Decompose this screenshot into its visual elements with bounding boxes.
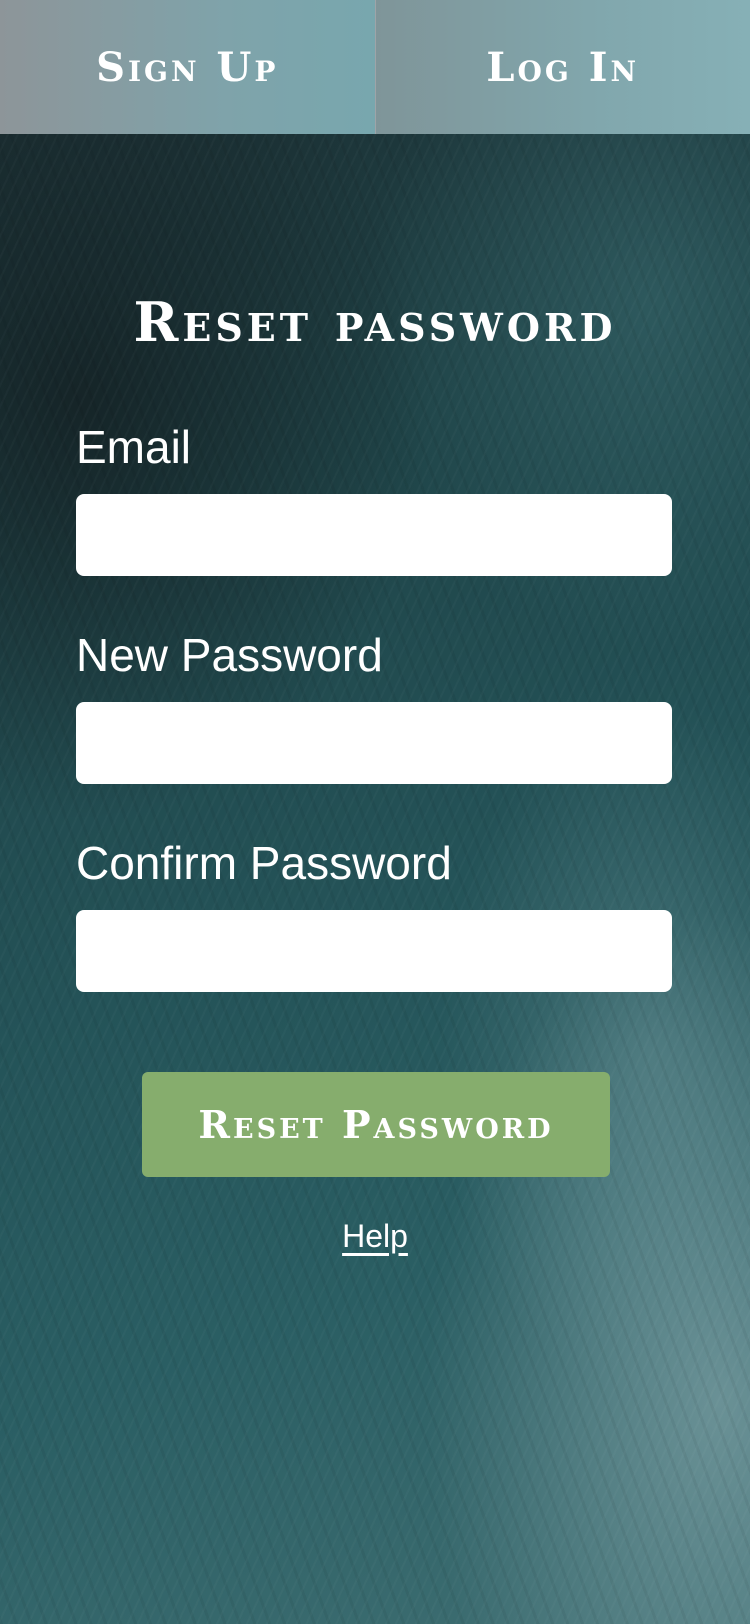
confirm-password-field[interactable] [76, 910, 672, 992]
new-password-label: New Password [76, 629, 383, 681]
page-title: Reset password [133, 290, 617, 354]
reset-password-button[interactable]: Reset Password [142, 1072, 610, 1177]
new-password-field[interactable] [76, 702, 672, 784]
sign-up-tab[interactable]: Sign Up [0, 0, 376, 134]
confirm-password-label: Confirm Password [76, 837, 452, 889]
top-nav: Sign Up Log In [0, 0, 750, 134]
email-field[interactable] [76, 494, 672, 576]
log-in-tab[interactable]: Log In [375, 0, 750, 134]
email-label: Email [76, 421, 192, 473]
ocean-background [0, 0, 750, 1624]
help-link[interactable]: Help [0, 1218, 750, 1255]
